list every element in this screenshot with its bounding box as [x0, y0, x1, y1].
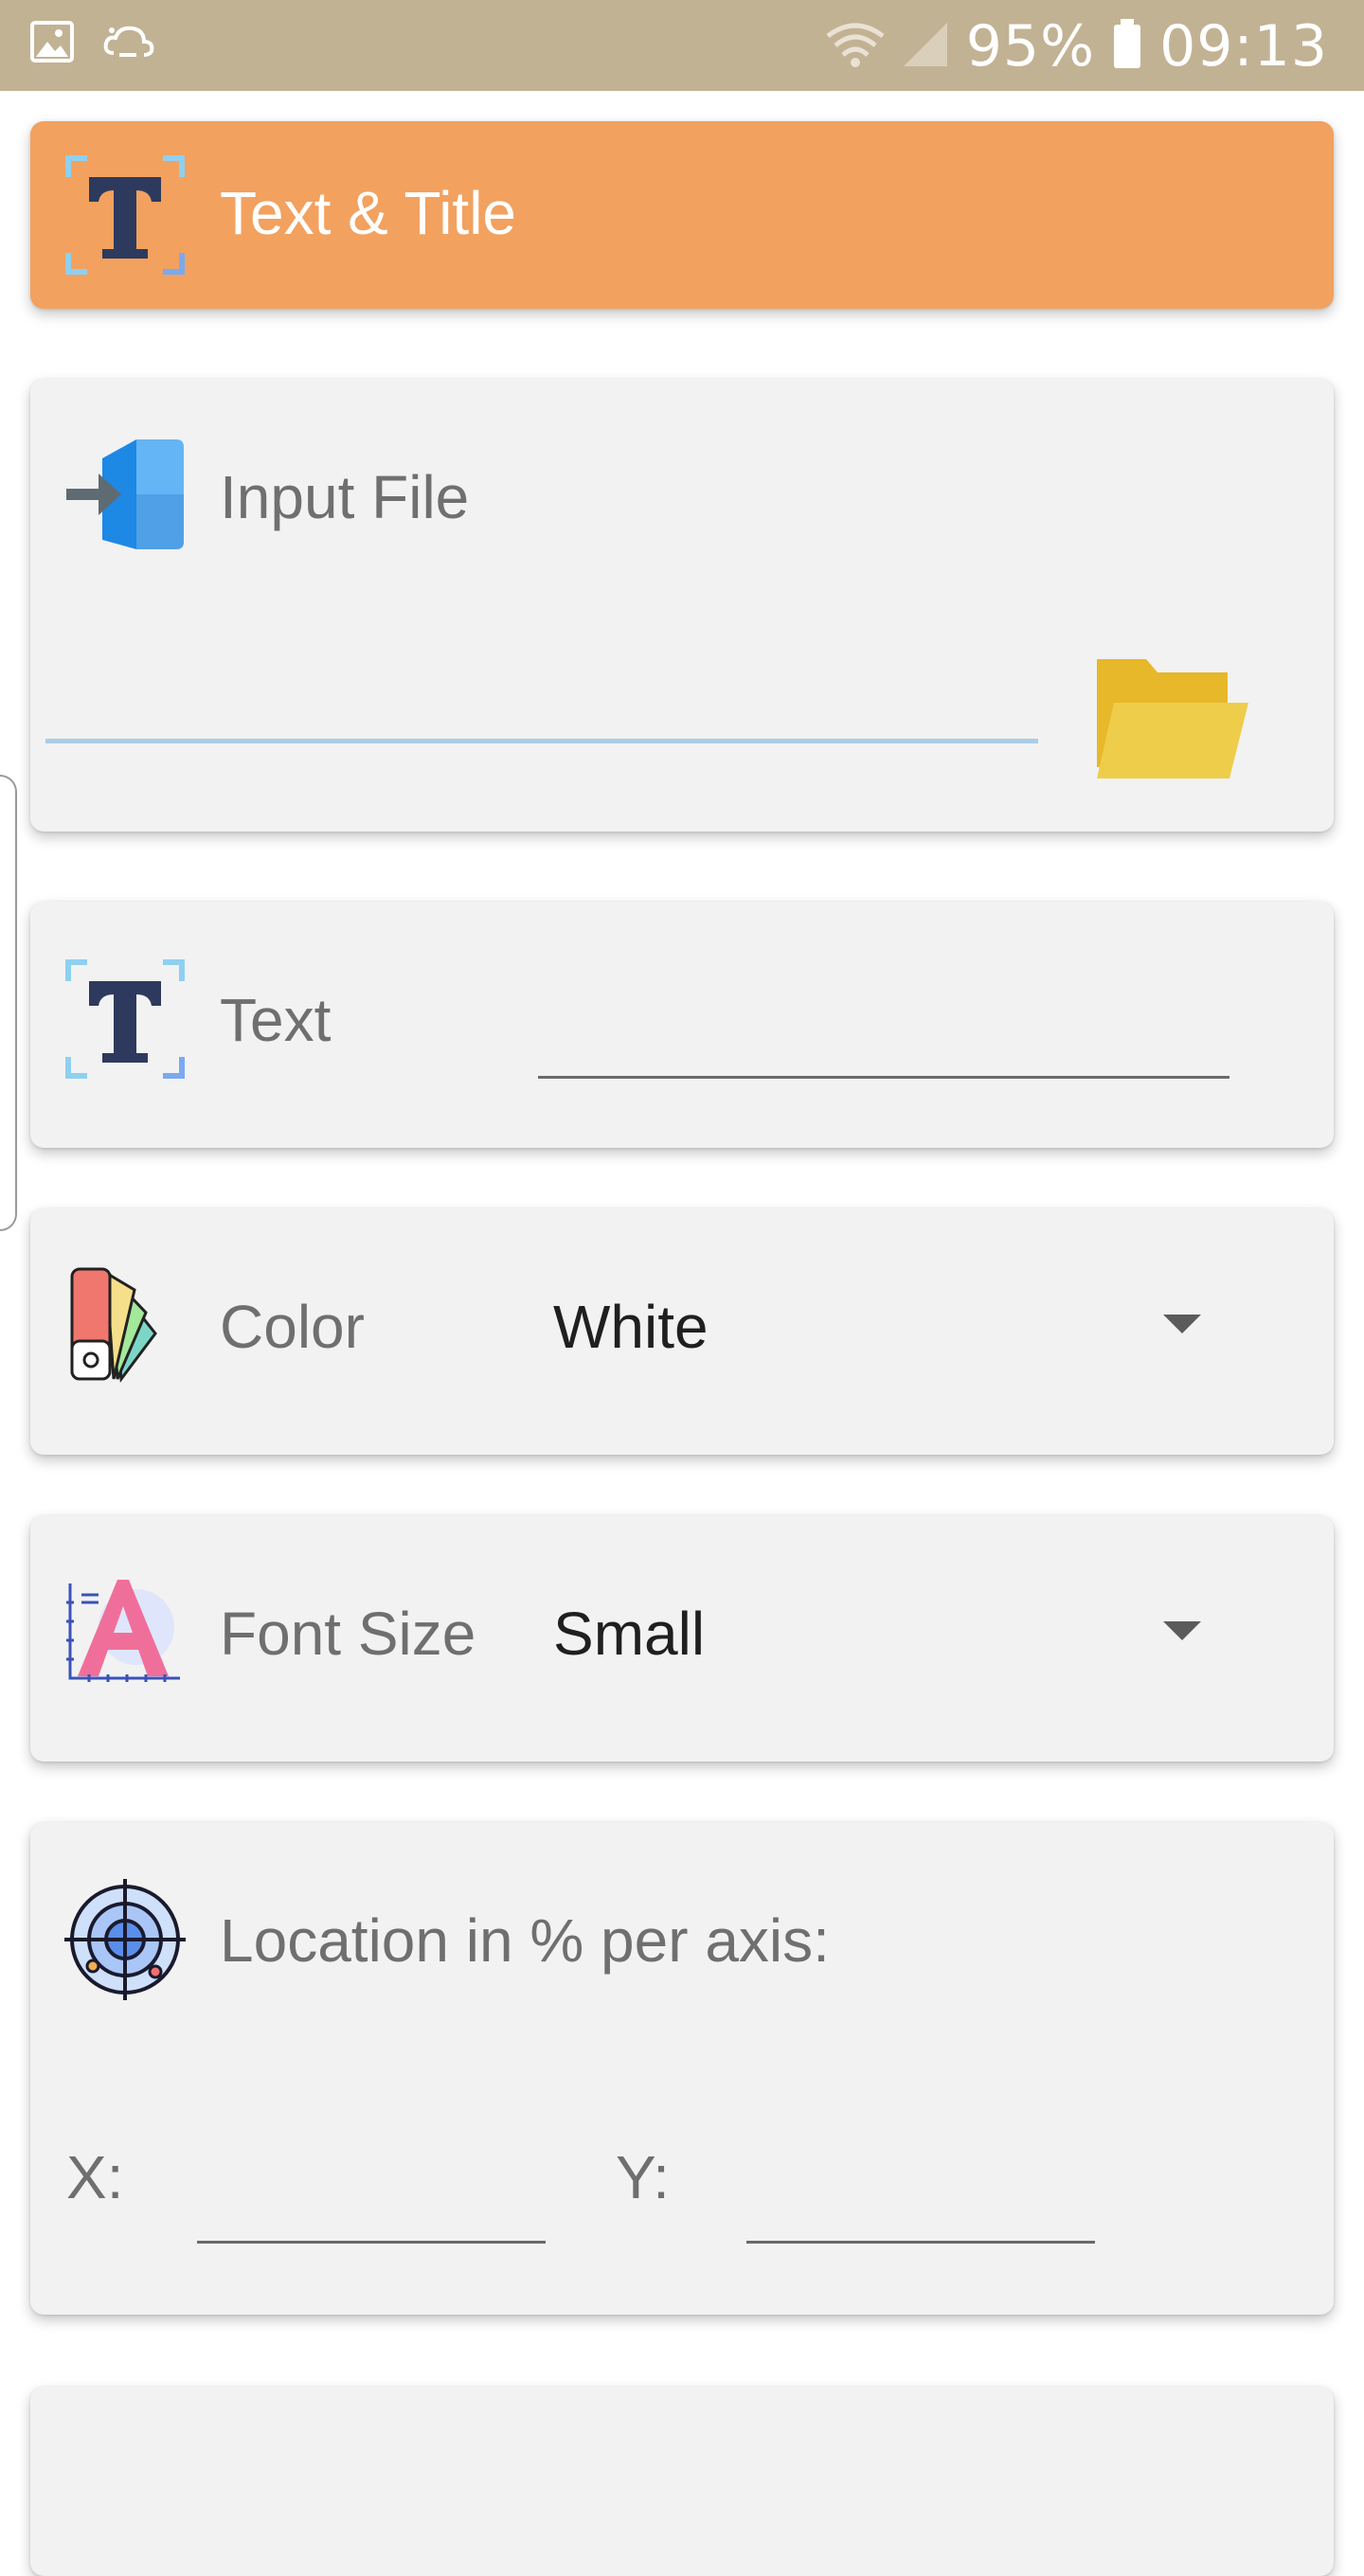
- font-size-select-value[interactable]: Small: [553, 1599, 705, 1669]
- image-icon: [30, 21, 74, 67]
- y-label: Y:: [616, 2143, 670, 2211]
- color-select-value[interactable]: White: [553, 1292, 709, 1362]
- status-bar: 95% 09:13: [0, 0, 1364, 91]
- battery-percent: 95%: [965, 13, 1096, 80]
- input-file-field[interactable]: [45, 739, 1038, 743]
- target-icon: [64, 1879, 186, 2000]
- folder-icon[interactable]: [1091, 653, 1252, 786]
- x-input-underline: [197, 2241, 546, 2244]
- battery-icon: [1112, 18, 1142, 75]
- color-card: Color White: [30, 1208, 1334, 1455]
- signal-icon: [902, 21, 949, 73]
- font-size-label: Font Size: [220, 1600, 476, 1668]
- input-file-label-text: Input File: [220, 463, 470, 531]
- location-label: Location in % per axis:: [220, 1906, 830, 1975]
- x-input[interactable]: [197, 2135, 546, 2186]
- page-title: Text & Title: [220, 179, 516, 247]
- x-label: X:: [66, 2143, 124, 2211]
- sync-cloud-icon: [100, 21, 155, 67]
- font-size-icon: [64, 1574, 186, 1695]
- text-title-icon: [64, 154, 186, 276]
- text-card: Text: [30, 902, 1334, 1148]
- dropdown-arrow-icon[interactable]: [1163, 1315, 1201, 1333]
- text-title-icon: [64, 958, 186, 1080]
- text-label: Text: [220, 986, 332, 1054]
- dropdown-arrow-icon[interactable]: [1163, 1621, 1201, 1640]
- y-input-underline: [746, 2241, 1095, 2244]
- clock: 09:13: [1159, 13, 1328, 80]
- text-input[interactable]: [538, 977, 1229, 1029]
- palette-icon: [64, 1267, 186, 1388]
- input-file-card: Input File: [30, 379, 1334, 832]
- side-drawer-handle[interactable]: [0, 775, 17, 1231]
- color-label: Color: [220, 1293, 365, 1361]
- next-card: [30, 2387, 1334, 2576]
- text-input-underline: [538, 1076, 1229, 1079]
- input-file-icon: [64, 436, 186, 557]
- wifi-icon: [826, 21, 885, 73]
- header-card: Text & Title: [30, 121, 1334, 309]
- y-input[interactable]: [746, 2135, 1095, 2186]
- font-size-card: Font Size Small: [30, 1515, 1334, 1762]
- location-card: Location in % per axis: X: Y:: [30, 1822, 1334, 2315]
